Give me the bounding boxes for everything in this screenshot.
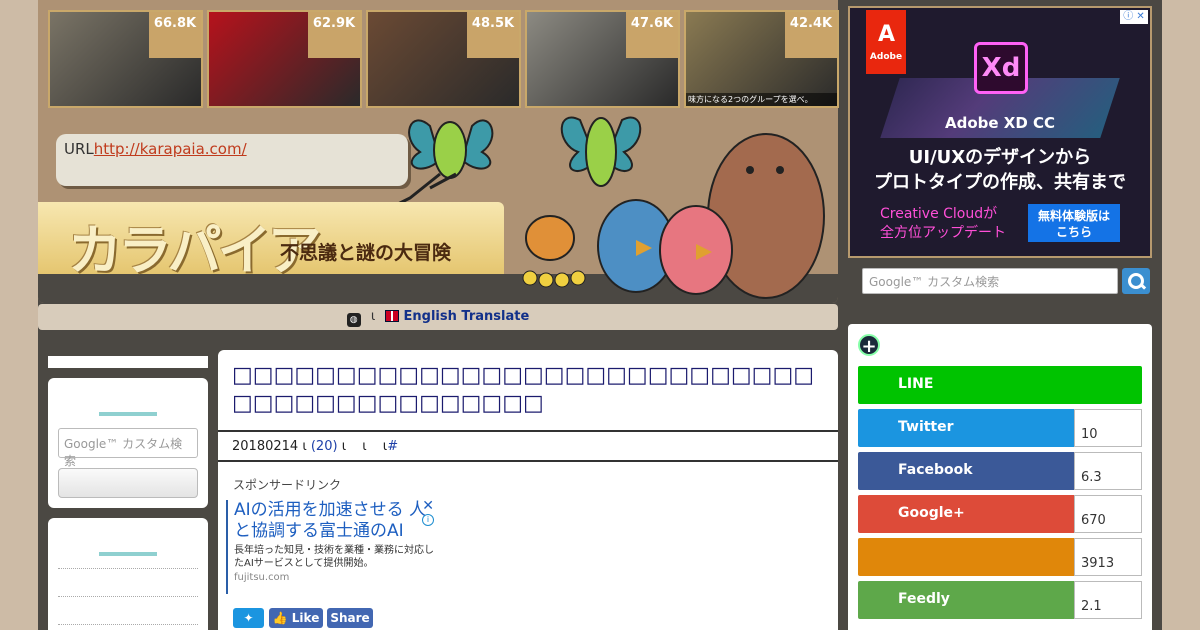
view-count-badge: 42.4K xyxy=(785,12,837,58)
ad-domain: fujitsu.com xyxy=(234,572,290,583)
share-label: Share xyxy=(330,611,370,625)
fairy-mascot-2 xyxy=(560,116,642,187)
share-label[interactable]: Facebook xyxy=(858,452,1074,490)
close-icon[interactable]: ✕ xyxy=(422,498,434,514)
share-count: 2.1 xyxy=(1074,581,1142,619)
ad-description: 長年培った知見・技術を業種・業務に対応したAIサービスとして提供開始。 xyxy=(234,545,434,569)
ad-cta-line-2: こちら xyxy=(1055,225,1092,239)
ad-product-name: Adobe XD CC xyxy=(944,114,1056,132)
thumbnail-caption: 味方になる2つのグループを選べ。 xyxy=(686,93,837,106)
sidebar-search-input[interactable]: Google™ カスタム検索 xyxy=(58,428,198,468)
thumbnail-3[interactable]: 48.5K xyxy=(366,10,521,108)
thumbs-up-icon: 👍 xyxy=(272,611,288,625)
orange-creature-mascot xyxy=(522,215,586,288)
thumbnail-5[interactable]: 42.4K 味方になる2つのグループを選べ。 xyxy=(684,10,839,108)
info-icon[interactable]: i xyxy=(422,514,434,526)
share-row-facebook[interactable]: Facebook 6.3 xyxy=(858,452,1142,490)
meta-separator: ι xyxy=(341,439,347,454)
sidebar-divider xyxy=(58,568,198,569)
translate-separator: ι xyxy=(370,309,376,324)
share-row-line[interactable]: LINE xyxy=(858,366,1142,404)
site-logo-band: カラパイア 不思議と謎の大冒険 xyxy=(38,202,504,282)
tweet-button[interactable]: ✦ xyxy=(233,608,264,628)
site-tagline: 不思議と謎の大冒険 xyxy=(280,242,452,264)
english-translate-link[interactable]: English Translate xyxy=(404,309,530,324)
view-count-badge: 48.5K xyxy=(467,12,519,58)
ad-trial-button[interactable]: 無料体験版は こちら xyxy=(1028,204,1120,242)
thumbnail-4[interactable]: 47.6K xyxy=(525,10,680,108)
article-date: 20180214 xyxy=(232,439,299,454)
url-label: URL xyxy=(64,140,94,158)
fujitsu-text-ad[interactable]: AIの活用を加速させる 人と協調する富士通のAI 長年培った知見・技術を業種・業… xyxy=(226,498,438,594)
share-row-google[interactable]: Google+ 670 xyxy=(858,495,1142,533)
sidebar-top-strip xyxy=(48,356,208,368)
article-meta: 20180214 ι (20) ι ι ι# xyxy=(218,430,838,462)
share-label[interactable]: Feedly xyxy=(858,581,1074,619)
article-title[interactable]: □□□□□□□□□□□□□□□□□□□□□□□□□□□□□□□□□□□□□□□□… xyxy=(232,362,822,418)
meta-separator: ι xyxy=(302,439,307,454)
facebook-like-button[interactable]: 👍 Like xyxy=(269,608,323,628)
meta-separator: ι xyxy=(362,439,367,454)
ad-choices-icon[interactable]: ⓘ ✕ xyxy=(1120,10,1148,24)
pink-bird-mascot xyxy=(659,205,733,295)
thumbnail-1[interactable]: 66.8K xyxy=(48,10,203,108)
share-row-hatena[interactable]: 3913 xyxy=(858,538,1142,576)
sponsored-label: スポンサードリンク xyxy=(233,478,342,492)
twitter-bird-icon: ✦ xyxy=(243,611,254,625)
sidebar-divider xyxy=(58,624,198,625)
ad-cc-text: Creative Cloudが 全方位アップデート xyxy=(880,205,1006,243)
share-row-twitter[interactable]: Twitter 10 xyxy=(858,409,1142,447)
share-count: 670 xyxy=(1074,495,1142,533)
globe-icon[interactable]: ◍ xyxy=(346,313,361,327)
share-label[interactable]: Google+ xyxy=(858,495,1074,533)
share-count: 10 xyxy=(1074,409,1142,447)
site-url-link[interactable]: http://karapaia.com/ xyxy=(94,140,247,158)
ad-line-1: UI/UXのデザインから xyxy=(908,147,1092,168)
sidebar-search-button[interactable] xyxy=(58,468,198,498)
header-search-input[interactable]: Google™ カスタム検索 xyxy=(862,268,1118,294)
share-row-feedly[interactable]: Feedly 2.1 xyxy=(858,581,1142,619)
comments-link[interactable]: (20) xyxy=(311,439,338,454)
view-count-badge: 47.6K xyxy=(626,12,678,58)
view-count-badge: 66.8K xyxy=(149,12,201,58)
ad-line-2: プロトタイプの作成、共有まで xyxy=(874,172,1126,193)
ad-cc-line-1: Creative Cloudが xyxy=(880,206,998,222)
sidebar-list-box xyxy=(48,518,208,630)
view-count-badge: 62.9K xyxy=(308,12,360,58)
search-icon[interactable] xyxy=(1122,268,1150,294)
ad-headline[interactable]: AIの活用を加速させる 人と協調する富士通のAI xyxy=(234,500,438,542)
sidebar-divider xyxy=(58,596,198,597)
ad-cc-line-2: 全方位アップデート xyxy=(880,225,1006,241)
permalink-hash[interactable]: # xyxy=(387,439,398,454)
share-label[interactable] xyxy=(858,538,1074,576)
facebook-share-button[interactable]: Share xyxy=(327,608,373,628)
thumbnail-2[interactable]: 62.9K xyxy=(207,10,362,108)
fairy-mascot xyxy=(397,119,494,206)
url-bubble: URLhttp://karapaia.com/ xyxy=(56,134,408,186)
share-count: 6.3 xyxy=(1074,452,1142,490)
share-label[interactable]: Twitter xyxy=(858,409,1074,447)
adobe-logo: Adobe xyxy=(866,10,906,74)
sidebar-heading-bar-2 xyxy=(99,552,157,556)
translate-bar: ◍ ι English Translate xyxy=(38,304,838,330)
adobe-xd-ad[interactable]: ⓘ ✕ Adobe Xd Adobe XD CC UI/UXのデザインから プロ… xyxy=(848,6,1152,258)
like-label: Like xyxy=(291,611,320,625)
share-count: 3913 xyxy=(1074,538,1142,576)
plus-icon[interactable]: + xyxy=(858,334,880,357)
ad-cta-line-1: 無料体験版は xyxy=(1037,209,1110,223)
uk-flag-icon[interactable] xyxy=(385,310,400,322)
share-label[interactable]: LINE xyxy=(858,366,1142,404)
xd-app-icon: Xd xyxy=(974,42,1028,94)
sidebar-heading-bar xyxy=(99,412,157,416)
